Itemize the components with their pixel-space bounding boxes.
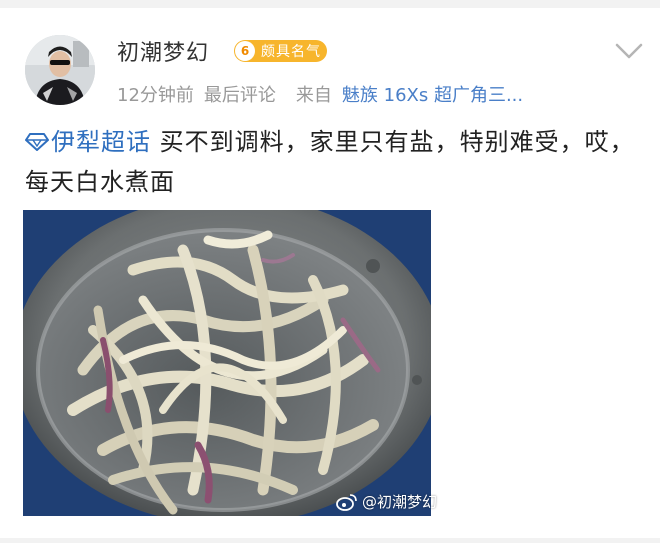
noodle-pot-photo: [23, 210, 431, 516]
super-topic-diamond-icon: [25, 133, 49, 151]
topic-link[interactable]: 伊犁超话: [25, 128, 151, 156]
topic-label: 伊犁超话: [51, 128, 151, 156]
bottom-separator: [0, 538, 660, 543]
post-image[interactable]: [23, 210, 431, 516]
post-status: 最后评论: [203, 85, 276, 106]
source-device[interactable]: 魅族 16Xs 超广角三...: [342, 85, 523, 106]
badge-label: 颇具名气: [261, 44, 321, 60]
top-separator: [0, 0, 660, 8]
weibo-logo-icon: [336, 493, 357, 511]
chevron-down-icon[interactable]: [614, 40, 644, 62]
avatar[interactable]: [25, 35, 95, 105]
watermark-text: @初潮梦幻: [362, 493, 438, 511]
source-prefix: 来自: [295, 85, 332, 106]
avatar-image: [25, 35, 95, 105]
user-level-badge[interactable]: 6 颇具名气: [234, 40, 327, 62]
post-time: 12分钟前: [117, 85, 194, 106]
image-watermark: @初潮梦幻: [336, 491, 437, 512]
post-body: 伊犁超话 买不到调料，家里只有盐，特别难受，哎，每天白水煮面: [25, 122, 640, 202]
post-meta: 12分钟前 最后评论 来自 魅族 16Xs 超广角三...: [117, 81, 523, 107]
username[interactable]: 初潮梦幻: [117, 35, 209, 67]
badge-level: 6: [235, 41, 255, 61]
